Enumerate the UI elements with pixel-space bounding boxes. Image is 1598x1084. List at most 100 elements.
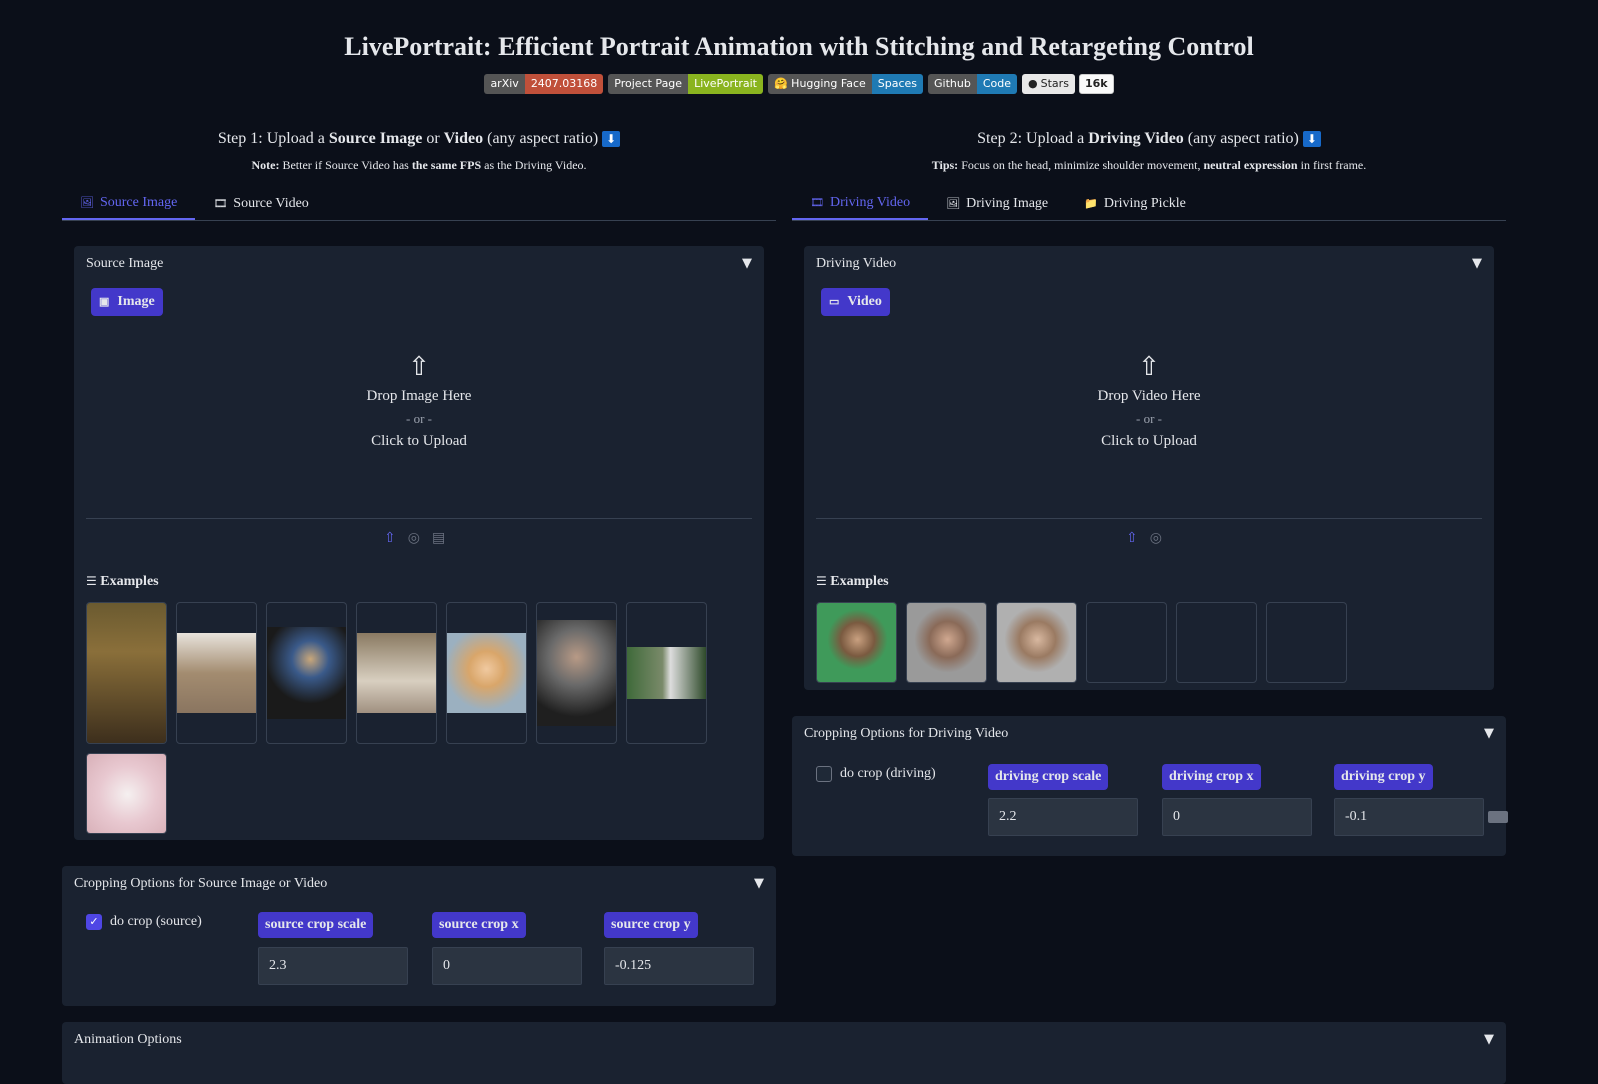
driving-crop-x-input[interactable]: 0 [1162,798,1312,836]
clipboard-icon[interactable]: ▤ [432,530,445,546]
do-crop-driving-row: do crop (driving) [816,766,936,782]
panel-title: Cropping Options for Source Image or Vid… [74,876,328,891]
tab-driving-image[interactable]: 🖼 Driving Image [928,188,1066,220]
collapse-caret-icon[interactable]: ▼ [1484,726,1494,741]
examples-label: ☰ Examples [86,574,159,589]
badge-value: Spaces [871,74,924,94]
collapse-caret-icon[interactable]: ▼ [754,876,764,891]
panel-title: Source Image [86,256,164,271]
image-icon: ▣ [99,296,110,308]
page-title: LivePortrait: Efficient Portrait Animati… [344,32,1254,61]
do-crop-driving-checkbox[interactable] [816,766,832,782]
hugging-face-icon: 🤗 [773,77,788,90]
driving-toolbar: ⇧ ◎ [1126,530,1162,546]
list-icon: ☰ [86,574,97,588]
arxiv-badge[interactable]: arXiv 2407.03168 [484,74,604,94]
stars-button[interactable]: ● Stars [1022,74,1075,94]
badge-label: 🤗 Hugging Face [767,74,872,94]
badge-value: LivePortrait [688,74,763,94]
source-crop-x-label: source crop x [432,912,526,938]
tab-source-image[interactable]: 🖼 Source Image [62,188,196,220]
github-badge[interactable]: Github Code [928,74,1018,94]
example-thumbnail[interactable] [266,602,347,744]
driving-crop-scale-input[interactable]: 2.2 [988,798,1138,836]
tab-driving-pickle[interactable]: 📁 Driving Pickle [1066,188,1204,220]
badge-value: Code [976,74,1018,94]
arrow-down-icon: ⬇ [1302,131,1321,148]
source-crop-y-label: source crop y [604,912,698,938]
crop-source-panel: Cropping Options for Source Image or Vid… [62,866,776,1006]
github-icon: ● [1028,77,1038,90]
animation-options-panel: Animation Options ▼ [62,1022,1506,1084]
more-icon[interactable] [1488,811,1508,823]
panel-title: Cropping Options for Driving Video [804,726,1009,741]
webcam-icon[interactable]: ◎ [408,530,420,546]
example-thumbnail[interactable] [86,753,167,834]
folder-icon: 📁 [1084,198,1098,210]
collapse-caret-icon[interactable]: ▼ [1472,256,1482,271]
source-crop-x-input[interactable]: 0 [432,947,582,985]
upload-icon[interactable]: ⇧ [1126,530,1138,546]
webcam-icon[interactable]: ◎ [1150,530,1162,546]
image-type-pill: ▣ Image [91,288,163,316]
list-icon: ☰ [816,574,827,588]
example-thumbnail[interactable] [1266,602,1347,683]
arrow-down-icon: ⬇ [602,131,621,148]
image-icon: 🖼 [80,197,94,209]
badge-row: arXiv 2407.03168 Project Page LivePortra… [0,74,1598,94]
do-crop-source-row: ✓ do crop (source) [86,914,202,930]
tab-source-video[interactable]: 🎞 Source Video [195,188,326,220]
badge-label: Project Page [608,74,689,94]
upload-icon[interactable]: ⇧ [384,530,396,546]
image-icon: 🖼 [946,198,961,210]
project-page-badge[interactable]: Project Page LivePortrait [608,74,763,94]
example-thumbnail[interactable] [536,602,617,744]
hugging-face-badge[interactable]: 🤗 Hugging Face Spaces [767,74,924,94]
step2-tips: Tips: Focus on the head, minimize should… [931,158,1367,172]
example-thumbnail[interactable] [86,602,167,744]
example-thumbnail[interactable] [1176,602,1257,683]
source-crop-scale-label: source crop scale [258,912,374,938]
film-icon: 🎞 [213,198,228,210]
step1-note: Note: Better if Source Video has the sam… [251,158,587,172]
do-crop-source-checkbox[interactable]: ✓ [86,914,102,930]
driving-crop-scale-label: driving crop scale [988,764,1109,790]
divider [86,518,752,519]
tab-driving-video[interactable]: 🎞 Driving Video [792,188,929,220]
example-thumbnail[interactable] [446,602,527,744]
driving-crop-y-input[interactable]: -0.1 [1334,798,1484,836]
badge-value: 2407.03168 [524,74,604,94]
github-stars-badge[interactable]: ● Stars 16k [1022,74,1114,94]
source-crop-scale-input[interactable]: 2.3 [258,947,408,985]
image-drop-zone[interactable]: ⇧ Drop Image Here - or - Click to Upload [74,352,764,450]
stars-count: 16k [1078,74,1114,94]
example-thumbnail[interactable] [996,602,1077,683]
example-thumbnail[interactable] [906,602,987,683]
upload-icon: ⇧ [408,352,430,381]
source-image-panel: Source Image ▼ ▣ Image ⇧ Drop Image Here … [74,246,764,840]
driving-tabs: 🎞 Driving Video 🖼 Driving Image 📁 Driving P… [792,188,1506,221]
crop-driving-panel: Cropping Options for Driving Video ▼ do … [792,716,1508,856]
example-thumbnail[interactable] [816,602,897,683]
example-thumbnail[interactable] [176,602,257,744]
collapse-caret-icon[interactable]: ▼ [742,256,752,271]
badge-label: Github [928,74,977,94]
collapse-caret-icon[interactable]: ▼ [1484,1032,1494,1047]
source-tabs: 🖼 Source Image 🎞 Source Video [62,188,776,221]
examples-label: ☰ Examples [816,574,889,589]
driving-examples-gallery [816,602,1476,683]
film-icon: 🎞 [810,197,824,209]
source-crop-y-input[interactable]: -0.125 [604,947,754,985]
driving-crop-x-label: driving crop x [1162,764,1261,790]
step1-heading: Step 1: Upload a Source Image or Video (… [62,130,776,148]
panel-title: Driving Video [816,256,897,271]
example-thumbnail[interactable] [356,602,437,744]
source-toolbar: ⇧ ◎ ▤ [384,530,445,546]
video-drop-zone[interactable]: ⇧ Drop Video Here - or - Click to Upload [804,352,1494,450]
divider [816,518,1482,519]
example-thumbnail[interactable] [1086,602,1167,683]
panel-title[interactable]: Animation Options [74,1032,182,1048]
source-examples-gallery [86,602,746,834]
example-thumbnail[interactable] [626,602,707,744]
driving-video-panel: Driving Video ▼ ▭ Video ⇧ Drop Video Here… [804,246,1494,690]
